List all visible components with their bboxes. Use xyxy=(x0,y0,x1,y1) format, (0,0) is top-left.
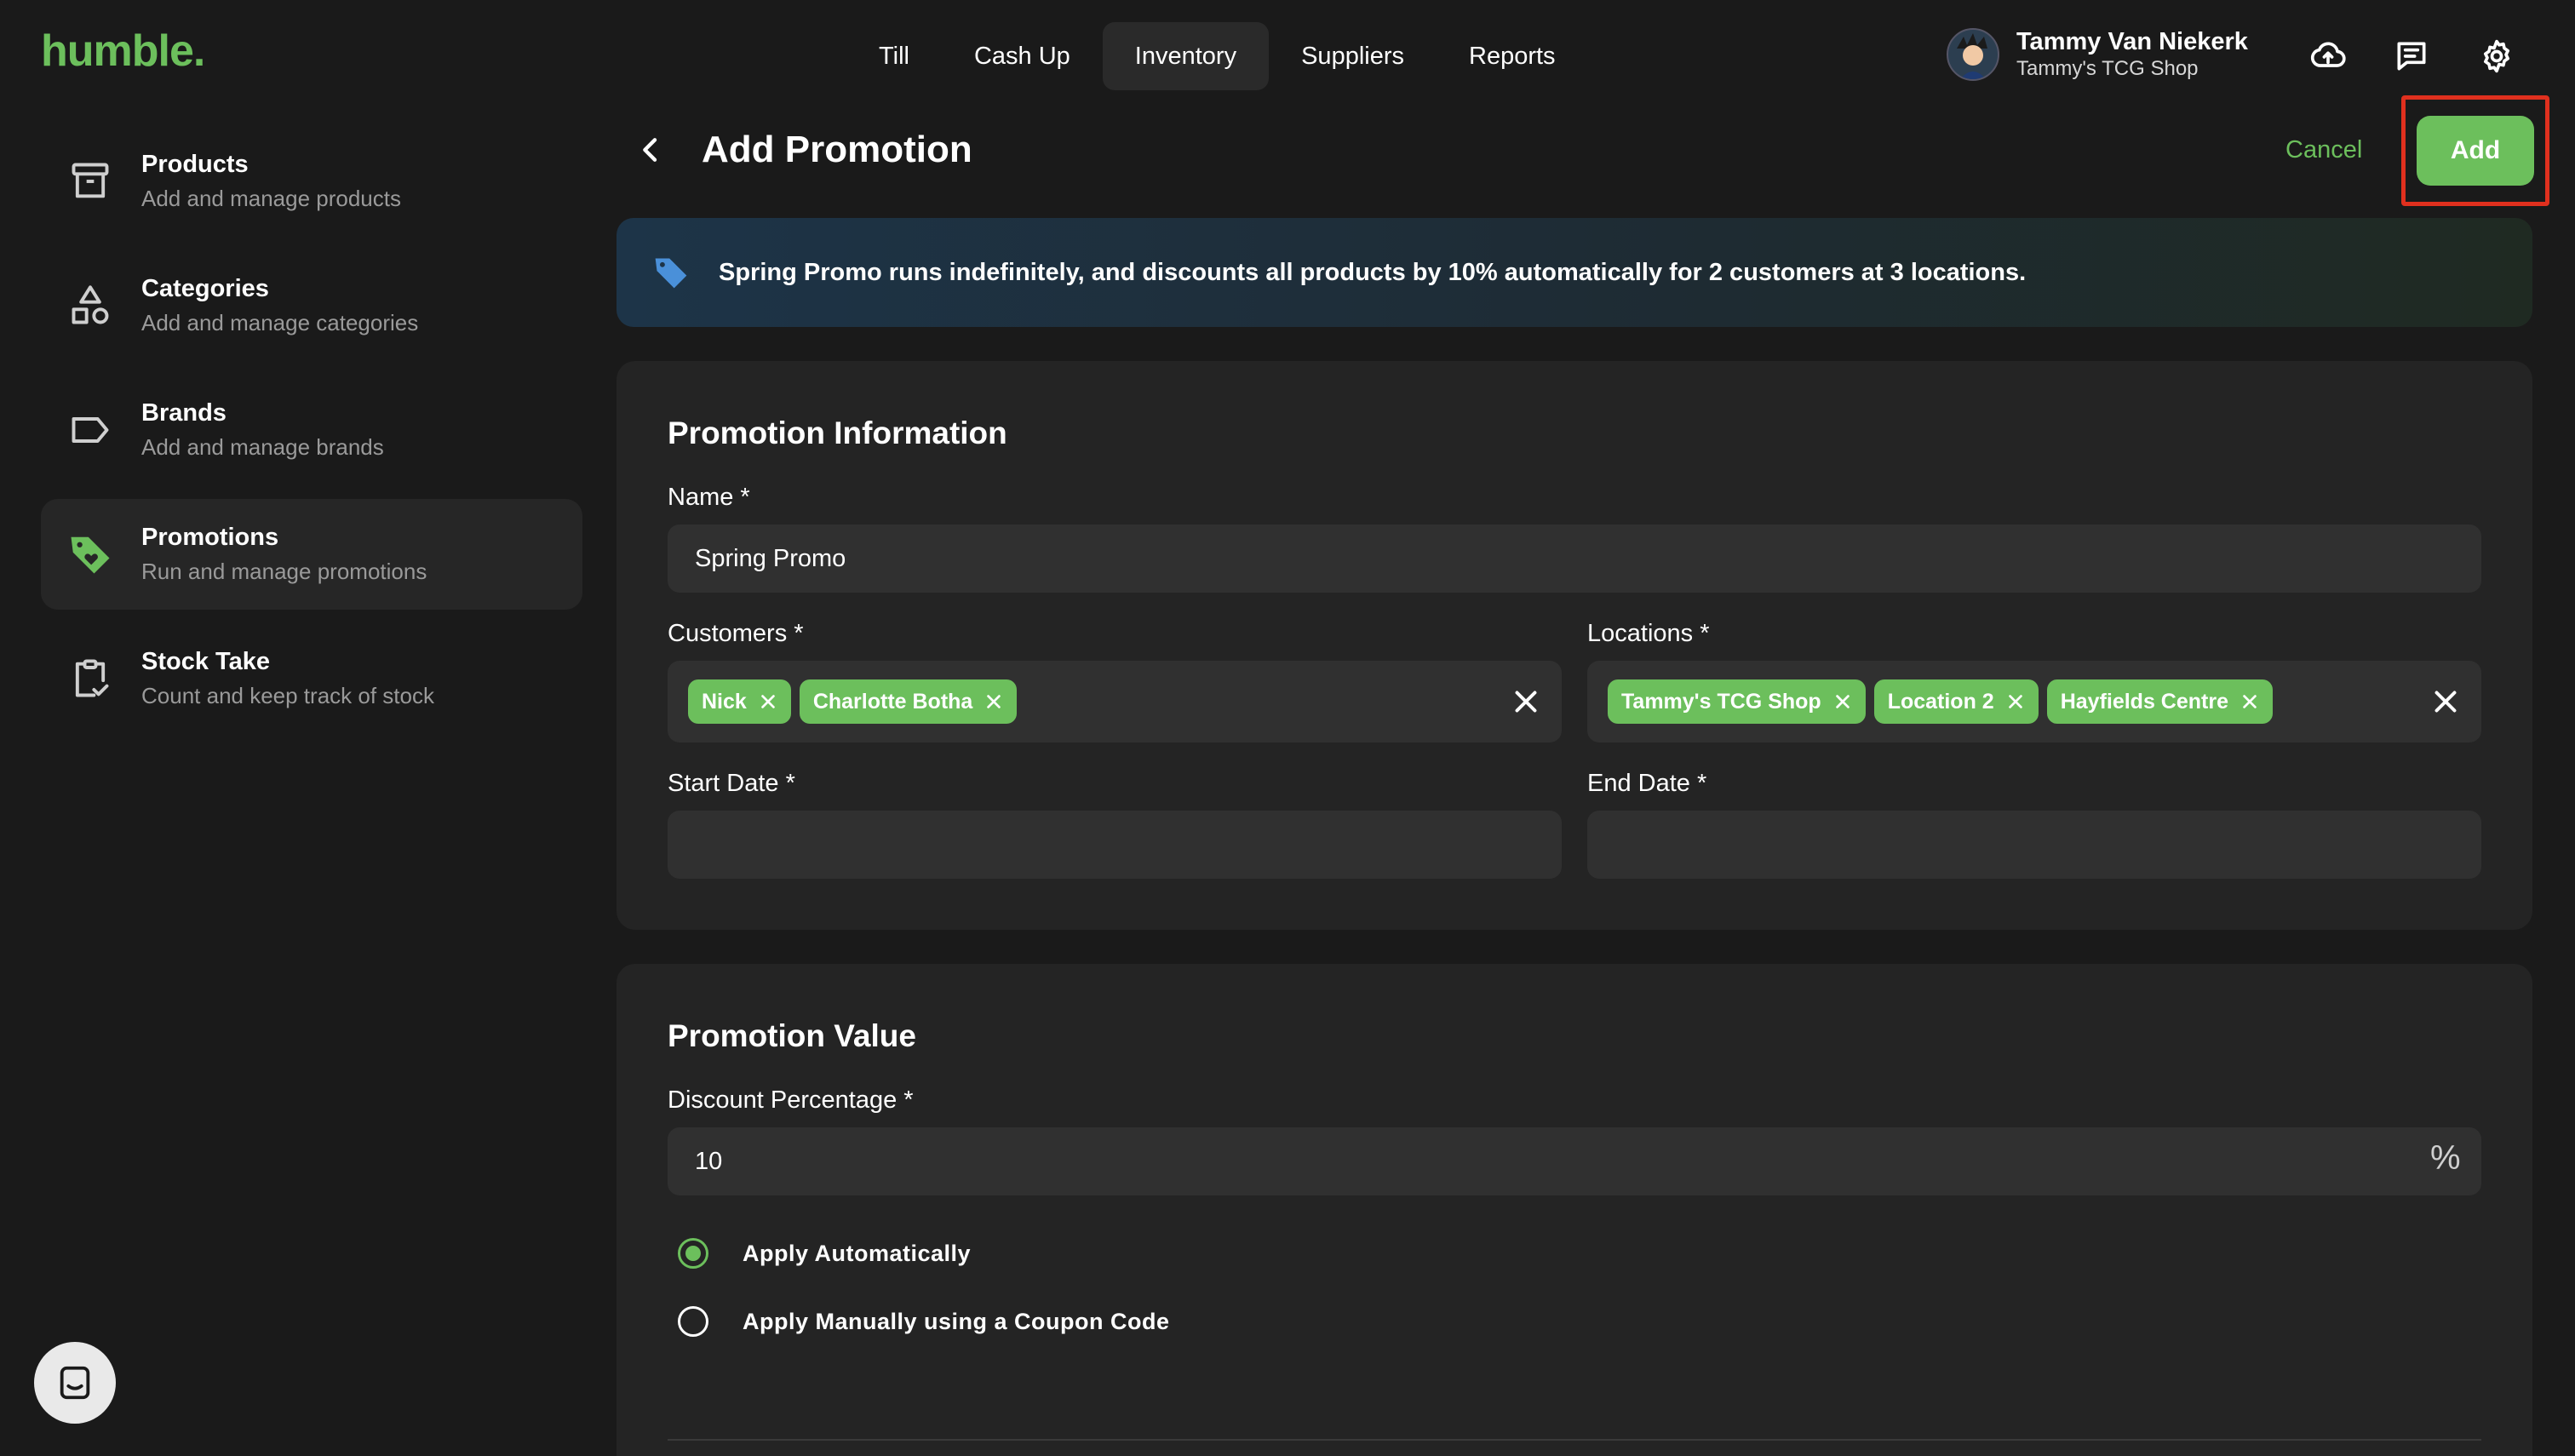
clear-customers-icon[interactable] xyxy=(1511,686,1541,717)
locations-multiselect[interactable]: Tammy's TCG Shop Location 2 Hayfields Ce… xyxy=(1587,661,2481,742)
clear-locations-icon[interactable] xyxy=(2430,686,2461,717)
customer-chip: Charlotte Botha xyxy=(799,679,1018,724)
message-icon[interactable] xyxy=(2393,37,2430,75)
remove-chip-icon[interactable] xyxy=(1833,692,1852,711)
page-title: Add Promotion xyxy=(702,129,972,170)
banner-text: Spring Promo runs indefinitely, and disc… xyxy=(719,258,2027,286)
chat-icon xyxy=(60,1366,90,1400)
apply-automatically-radio[interactable] xyxy=(678,1238,708,1269)
location-chip: Tammy's TCG Shop xyxy=(1608,679,1866,724)
sidebar-item-title: Stock Take xyxy=(141,648,270,675)
archive-box-icon xyxy=(72,163,109,198)
location-chip: Hayfields Centre xyxy=(2046,679,2273,724)
sidebar-item-title: Categories xyxy=(141,275,269,302)
avatar xyxy=(1947,28,1999,81)
avatar-icon xyxy=(1948,30,1998,79)
top-bar: humble. Till Cash Up Inventory Suppliers… xyxy=(0,0,2575,112)
customers-label: Customers * xyxy=(668,620,804,647)
nav-item-suppliers[interactable]: Suppliers xyxy=(1269,22,1437,90)
user-menu[interactable]: Tammy Van Niekerk Tammy's TCG Shop xyxy=(1947,27,2248,82)
discount-percentage-input[interactable]: 10 xyxy=(668,1127,2481,1195)
user-name: Tammy Van Niekerk xyxy=(2016,28,2248,55)
shapes-icon xyxy=(72,285,109,324)
customers-multiselect[interactable]: Nick Charlotte Botha xyxy=(668,661,1562,742)
tag-icon xyxy=(655,258,687,289)
remove-chip-icon[interactable] xyxy=(2240,692,2259,711)
sidebar-item-products[interactable]: Products Add and manage products xyxy=(41,126,582,237)
end-date-label: End Date * xyxy=(1587,770,1707,797)
back-chevron-icon[interactable] xyxy=(634,129,668,170)
promotion-value-card: Promotion Value Discount Percentage * 10… xyxy=(617,964,2532,1456)
customer-chip: Nick xyxy=(688,679,791,724)
sidebar-item-subtitle: Add and manage products xyxy=(141,186,401,211)
user-shop: Tammy's TCG Shop xyxy=(2016,57,2199,80)
remove-chip-icon[interactable] xyxy=(2006,692,2025,711)
gear-icon[interactable] xyxy=(2478,37,2515,75)
section-title: Promotion Information xyxy=(668,416,1007,450)
sidebar-item-categories[interactable]: Categories Add and manage categories xyxy=(41,250,582,361)
radio-label: Apply Automatically xyxy=(743,1240,972,1266)
end-date-input[interactable] xyxy=(1587,811,2481,879)
add-button[interactable]: Add xyxy=(2417,116,2534,186)
sidebar-item-subtitle: Count and keep track of stock xyxy=(141,683,434,708)
nav-item-cash-up[interactable]: Cash Up xyxy=(942,22,1103,90)
name-input[interactable]: Spring Promo xyxy=(668,525,2481,593)
start-date-input[interactable] xyxy=(668,811,1562,879)
nav-item-reports[interactable]: Reports xyxy=(1437,22,1588,90)
locations-label: Locations * xyxy=(1587,620,1710,647)
promotion-information-card: Promotion Information Name * Spring Prom… xyxy=(617,361,2532,930)
sidebar: Products Add and manage products Categor… xyxy=(41,126,582,748)
cloud-upload-icon[interactable] xyxy=(2309,37,2347,75)
nav-item-inventory[interactable]: Inventory xyxy=(1102,22,1270,90)
sidebar-item-title: Brands xyxy=(141,399,227,427)
cancel-button[interactable]: Cancel xyxy=(2265,128,2383,172)
clipboard-check-icon xyxy=(75,659,109,697)
sidebar-item-subtitle: Add and manage brands xyxy=(141,434,384,460)
tag-outline-icon xyxy=(72,417,109,443)
app-logo[interactable]: humble. xyxy=(41,26,205,77)
apply-manually-option[interactable]: Apply Manually using a Coupon Code xyxy=(678,1306,1170,1337)
sidebar-item-title: Promotions xyxy=(141,524,279,551)
sidebar-item-promotions[interactable]: Promotions Run and manage promotions xyxy=(41,499,582,610)
start-date-label: Start Date * xyxy=(668,770,795,797)
sidebar-item-stock-take[interactable]: Stock Take Count and keep track of stock xyxy=(41,623,582,734)
promotion-summary-banner: Spring Promo runs indefinitely, and disc… xyxy=(617,218,2532,327)
location-chip: Location 2 xyxy=(1873,679,2039,724)
name-label: Name * xyxy=(668,484,750,511)
discount-percentage-label: Discount Percentage * xyxy=(668,1086,914,1114)
sidebar-item-brands[interactable]: Brands Add and manage brands xyxy=(41,375,582,485)
apply-automatically-option[interactable]: Apply Automatically xyxy=(678,1238,971,1269)
nav-item-till[interactable]: Till xyxy=(846,22,942,90)
apply-manually-radio[interactable] xyxy=(678,1306,708,1337)
remove-chip-icon[interactable] xyxy=(759,692,777,711)
remove-chip-icon[interactable] xyxy=(984,692,1003,711)
sidebar-item-title: Products xyxy=(141,151,249,178)
percent-icon: % xyxy=(2430,1139,2461,1177)
support-chat-button[interactable] xyxy=(34,1342,116,1424)
sidebar-item-subtitle: Add and manage categories xyxy=(141,310,419,335)
section-title: Promotion Value xyxy=(668,1018,916,1053)
sidebar-item-subtitle: Run and manage promotions xyxy=(141,559,427,584)
main-nav: Till Cash Up Inventory Suppliers Reports xyxy=(846,22,1588,90)
section-divider xyxy=(668,1439,2481,1441)
tag-heart-icon xyxy=(71,536,110,574)
radio-label: Apply Manually using a Coupon Code xyxy=(743,1308,1170,1334)
